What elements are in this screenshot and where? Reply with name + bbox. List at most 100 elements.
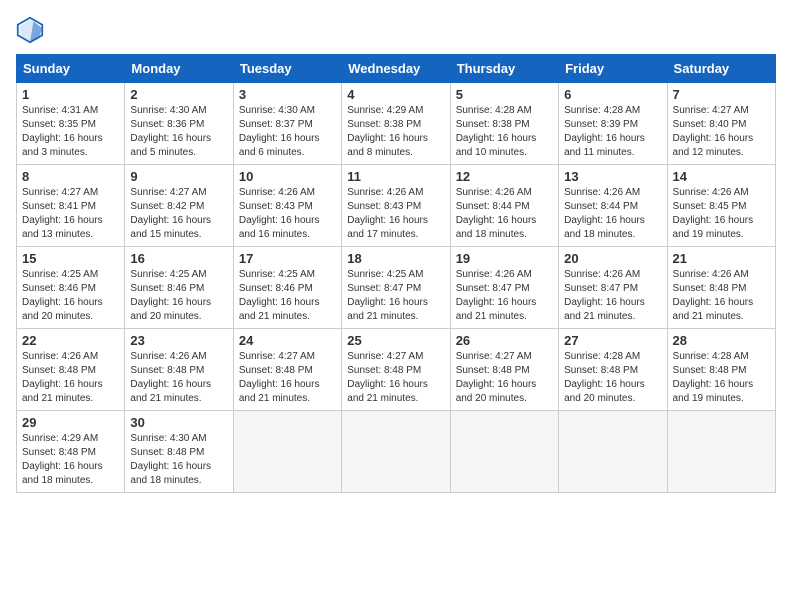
day-info: Sunrise: 4:25 AM Sunset: 8:46 PM Dayligh… <box>130 268 227 324</box>
weekday-friday: Friday <box>559 55 667 83</box>
weekday-header-row: SundayMondayTuesdayWednesdayThursdayFrid… <box>17 55 776 83</box>
day-number: 22 <box>22 333 119 348</box>
day-number: 7 <box>673 87 770 102</box>
day-info: Sunrise: 4:30 AM Sunset: 8:48 PM Dayligh… <box>130 432 227 488</box>
calendar-cell: 1 Sunrise: 4:31 AM Sunset: 8:35 PM Daylig… <box>17 83 125 165</box>
day-number: 3 <box>239 87 336 102</box>
calendar-cell: 5 Sunrise: 4:28 AM Sunset: 8:38 PM Daylig… <box>450 83 558 165</box>
day-number: 24 <box>239 333 336 348</box>
day-info: Sunrise: 4:28 AM Sunset: 8:38 PM Dayligh… <box>456 104 553 160</box>
weekday-saturday: Saturday <box>667 55 775 83</box>
day-info: Sunrise: 4:27 AM Sunset: 8:40 PM Dayligh… <box>673 104 770 160</box>
day-number: 6 <box>564 87 661 102</box>
day-info: Sunrise: 4:26 AM Sunset: 8:47 PM Dayligh… <box>456 268 553 324</box>
calendar-cell: 26Sunrise: 4:27 AM Sunset: 8:48 PM Dayli… <box>450 329 558 411</box>
calendar-cell: 27 Sunrise: 4:28 AM Sunset: 8:48 PM Dayli… <box>559 329 667 411</box>
calendar-cell <box>233 411 341 493</box>
calendar-cell: 4 Sunrise: 4:29 AM Sunset: 8:38 PM Daylig… <box>342 83 450 165</box>
day-number: 10 <box>239 169 336 184</box>
calendar-cell: 28 Sunrise: 4:28 AM Sunset: 8:48 PM Dayli… <box>667 329 775 411</box>
day-info: Sunrise: 4:25 AM Sunset: 8:47 PM Dayligh… <box>347 268 444 324</box>
calendar-cell: 20 Sunrise: 4:26 AM Sunset: 8:47 PM Dayli… <box>559 247 667 329</box>
day-info: Sunrise: 4:25 AM Sunset: 8:46 PM Dayligh… <box>22 268 119 324</box>
week-row-3: 15 Sunrise: 4:25 AM Sunset: 8:46 PM Dayli… <box>17 247 776 329</box>
header <box>16 16 776 44</box>
day-number: 14 <box>673 169 770 184</box>
day-info: Sunrise: 4:26 AM Sunset: 8:44 PM Dayligh… <box>456 186 553 242</box>
week-row-5: 29 Sunrise: 4:29 AM Sunset: 8:48 PM Dayli… <box>17 411 776 493</box>
calendar-cell: 16 Sunrise: 4:25 AM Sunset: 8:46 PM Dayli… <box>125 247 233 329</box>
day-number: 12 <box>456 169 553 184</box>
calendar-cell <box>559 411 667 493</box>
day-info: Sunrise: 4:29 AM Sunset: 8:48 PM Dayligh… <box>22 432 119 488</box>
weekday-sunday: Sunday <box>17 55 125 83</box>
day-info: Sunrise: 4:26 AM Sunset: 8:43 PM Dayligh… <box>239 186 336 242</box>
day-info: Sunrise: 4:28 AM Sunset: 8:48 PM Dayligh… <box>673 350 770 406</box>
calendar-table: SundayMondayTuesdayWednesdayThursdayFrid… <box>16 54 776 493</box>
day-info: Sunrise: 4:26 AM Sunset: 8:48 PM Dayligh… <box>673 268 770 324</box>
calendar-cell: 6 Sunrise: 4:28 AM Sunset: 8:39 PM Daylig… <box>559 83 667 165</box>
weekday-thursday: Thursday <box>450 55 558 83</box>
day-info: Sunrise: 4:26 AM Sunset: 8:47 PM Dayligh… <box>564 268 661 324</box>
day-info: Sunrise: 4:27 AM Sunset: 8:48 PM Dayligh… <box>456 350 553 406</box>
calendar-cell: 11 Sunrise: 4:26 AM Sunset: 8:43 PM Dayli… <box>342 165 450 247</box>
day-number: 1 <box>22 87 119 102</box>
day-number: 28 <box>673 333 770 348</box>
day-info: Sunrise: 4:27 AM Sunset: 8:42 PM Dayligh… <box>130 186 227 242</box>
day-number: 27 <box>564 333 661 348</box>
calendar-cell: 18 Sunrise: 4:25 AM Sunset: 8:47 PM Dayli… <box>342 247 450 329</box>
calendar-cell: 13 Sunrise: 4:26 AM Sunset: 8:44 PM Dayli… <box>559 165 667 247</box>
day-info: Sunrise: 4:27 AM Sunset: 8:48 PM Dayligh… <box>347 350 444 406</box>
day-info: Sunrise: 4:26 AM Sunset: 8:45 PM Dayligh… <box>673 186 770 242</box>
day-number: 18 <box>347 251 444 266</box>
day-number: 17 <box>239 251 336 266</box>
day-number: 2 <box>130 87 227 102</box>
calendar-cell <box>342 411 450 493</box>
day-number: 5 <box>456 87 553 102</box>
day-info: Sunrise: 4:30 AM Sunset: 8:36 PM Dayligh… <box>130 104 227 160</box>
calendar-cell: 30 Sunrise: 4:30 AM Sunset: 8:48 PM Dayli… <box>125 411 233 493</box>
day-info: Sunrise: 4:30 AM Sunset: 8:37 PM Dayligh… <box>239 104 336 160</box>
week-row-2: 8 Sunrise: 4:27 AM Sunset: 8:41 PM Daylig… <box>17 165 776 247</box>
day-number: 15 <box>22 251 119 266</box>
calendar-cell: 25 Sunrise: 4:27 AM Sunset: 8:48 PM Dayli… <box>342 329 450 411</box>
day-number: 29 <box>22 415 119 430</box>
day-number: 11 <box>347 169 444 184</box>
day-number: 8 <box>22 169 119 184</box>
calendar-cell: 29 Sunrise: 4:29 AM Sunset: 8:48 PM Dayli… <box>17 411 125 493</box>
calendar-cell: 10 Sunrise: 4:26 AM Sunset: 8:43 PM Dayli… <box>233 165 341 247</box>
day-number: 9 <box>130 169 227 184</box>
day-info: Sunrise: 4:26 AM Sunset: 8:43 PM Dayligh… <box>347 186 444 242</box>
calendar-cell <box>450 411 558 493</box>
weekday-tuesday: Tuesday <box>233 55 341 83</box>
day-number: 30 <box>130 415 227 430</box>
day-info: Sunrise: 4:28 AM Sunset: 8:48 PM Dayligh… <box>564 350 661 406</box>
day-number: 19 <box>456 251 553 266</box>
day-number: 21 <box>673 251 770 266</box>
calendar-cell <box>667 411 775 493</box>
day-info: Sunrise: 4:27 AM Sunset: 8:41 PM Dayligh… <box>22 186 119 242</box>
day-number: 4 <box>347 87 444 102</box>
calendar-cell: 22 Sunrise: 4:26 AM Sunset: 8:48 PM Dayli… <box>17 329 125 411</box>
week-row-4: 22 Sunrise: 4:26 AM Sunset: 8:48 PM Dayli… <box>17 329 776 411</box>
calendar-cell: 14 Sunrise: 4:26 AM Sunset: 8:45 PM Dayli… <box>667 165 775 247</box>
calendar-cell: 7 Sunrise: 4:27 AM Sunset: 8:40 PM Daylig… <box>667 83 775 165</box>
day-info: Sunrise: 4:26 AM Sunset: 8:48 PM Dayligh… <box>22 350 119 406</box>
calendar-cell: 17Sunrise: 4:25 AM Sunset: 8:46 PM Dayli… <box>233 247 341 329</box>
calendar-cell: 15 Sunrise: 4:25 AM Sunset: 8:46 PM Dayli… <box>17 247 125 329</box>
day-info: Sunrise: 4:28 AM Sunset: 8:39 PM Dayligh… <box>564 104 661 160</box>
calendar-cell: 21 Sunrise: 4:26 AM Sunset: 8:48 PM Dayli… <box>667 247 775 329</box>
day-number: 25 <box>347 333 444 348</box>
calendar-cell: 23Sunrise: 4:26 AM Sunset: 8:48 PM Dayli… <box>125 329 233 411</box>
day-info: Sunrise: 4:26 AM Sunset: 8:44 PM Dayligh… <box>564 186 661 242</box>
day-number: 13 <box>564 169 661 184</box>
calendar-cell: 19 Sunrise: 4:26 AM Sunset: 8:47 PM Dayli… <box>450 247 558 329</box>
day-info: Sunrise: 4:27 AM Sunset: 8:48 PM Dayligh… <box>239 350 336 406</box>
day-info: Sunrise: 4:29 AM Sunset: 8:38 PM Dayligh… <box>347 104 444 160</box>
calendar-cell: 12 Sunrise: 4:26 AM Sunset: 8:44 PM Dayli… <box>450 165 558 247</box>
day-number: 20 <box>564 251 661 266</box>
day-number: 16 <box>130 251 227 266</box>
logo <box>16 16 48 44</box>
calendar-cell: 8 Sunrise: 4:27 AM Sunset: 8:41 PM Daylig… <box>17 165 125 247</box>
day-info: Sunrise: 4:31 AM Sunset: 8:35 PM Dayligh… <box>22 104 119 160</box>
